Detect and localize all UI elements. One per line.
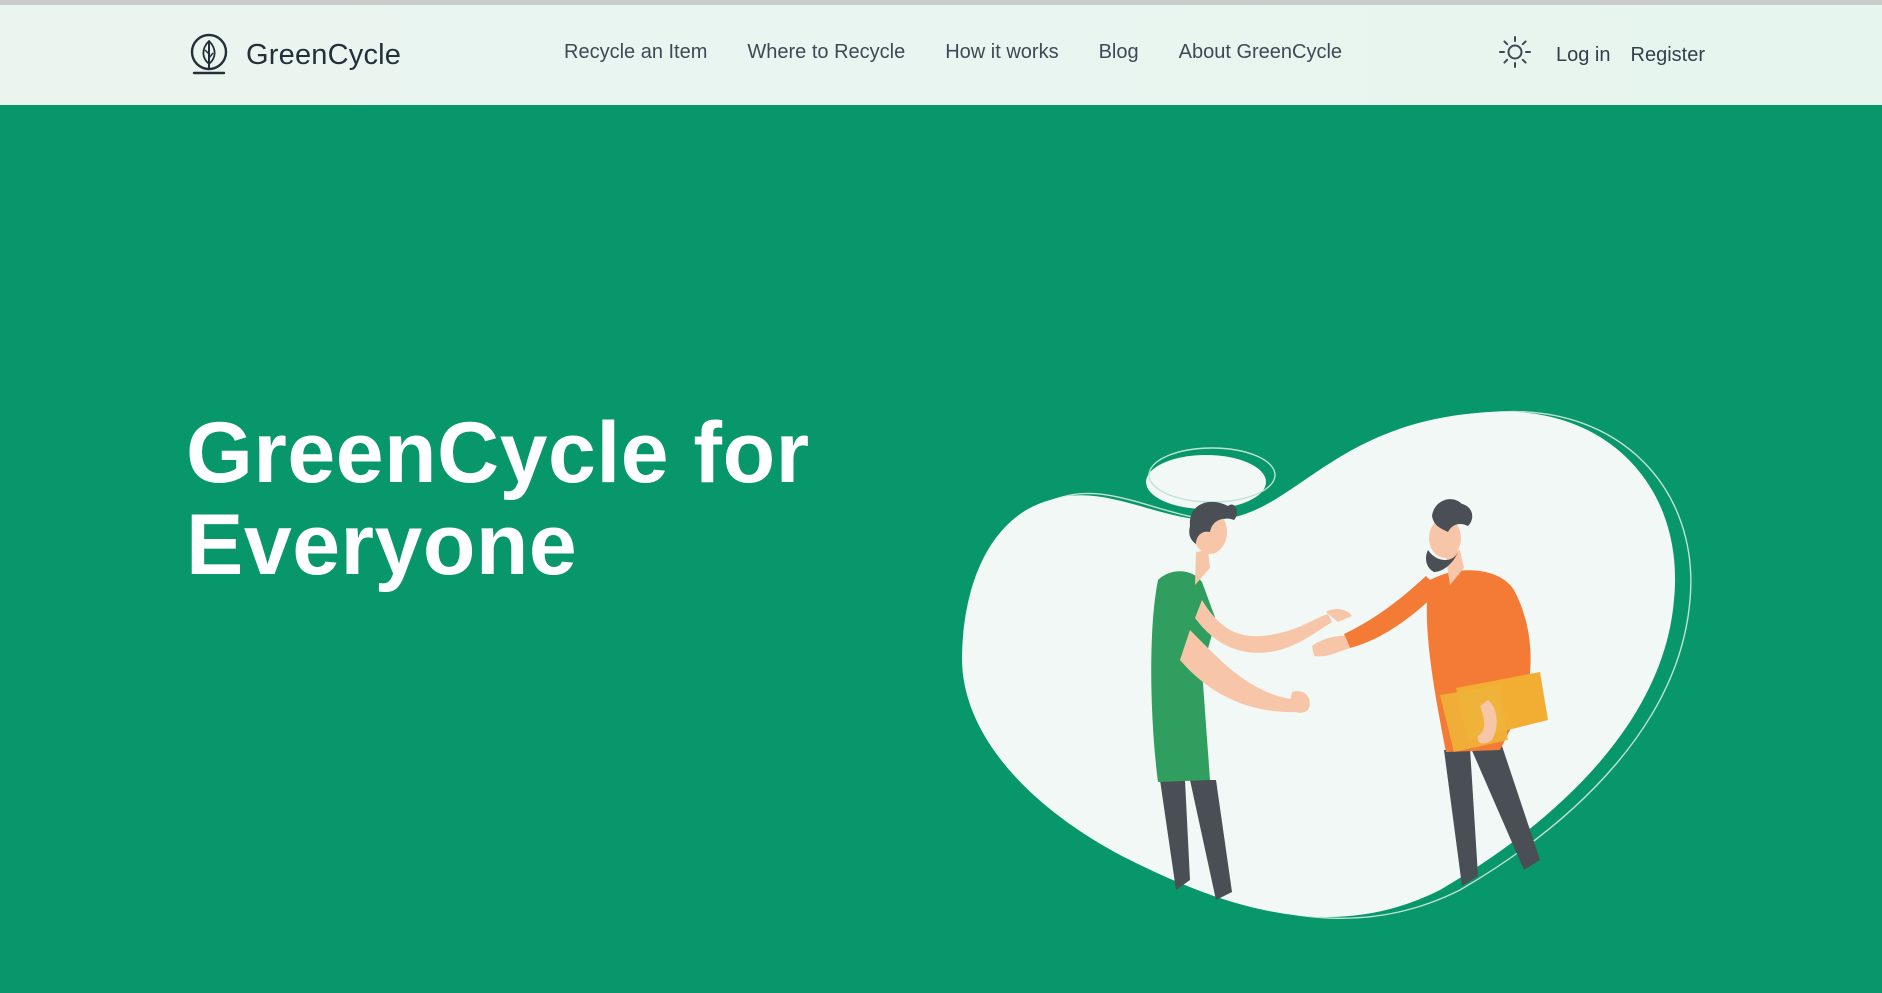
hero-section: GreenCycle for Everyone [0, 105, 1882, 993]
handshake-illustration [961, 410, 1692, 919]
site-header: GreenCycle Recycle an Item Where to Recy… [0, 5, 1882, 105]
register-link[interactable]: Register [1631, 44, 1705, 67]
login-link[interactable]: Log in [1556, 44, 1611, 67]
brand-name: GreenCycle [246, 38, 402, 71]
brand[interactable]: GreenCycle [188, 32, 401, 78]
main-nav: Recycle an Item Where to Recycle How it … [564, 41, 1382, 64]
account-nav: Log in Register [1498, 36, 1705, 69]
nav-about[interactable]: About GreenCycle [1179, 41, 1342, 64]
nav-blog[interactable]: Blog [1099, 41, 1139, 64]
nav-how-it-works[interactable]: How it works [945, 41, 1058, 64]
nav-recycle-an-item[interactable]: Recycle an Item [564, 41, 707, 64]
leaf-circle-icon [190, 33, 228, 75]
hero-title: GreenCycle for Everyone [186, 405, 810, 593]
nav-where-to-recycle[interactable]: Where to Recycle [747, 41, 905, 64]
sun-icon[interactable] [1498, 35, 1532, 69]
